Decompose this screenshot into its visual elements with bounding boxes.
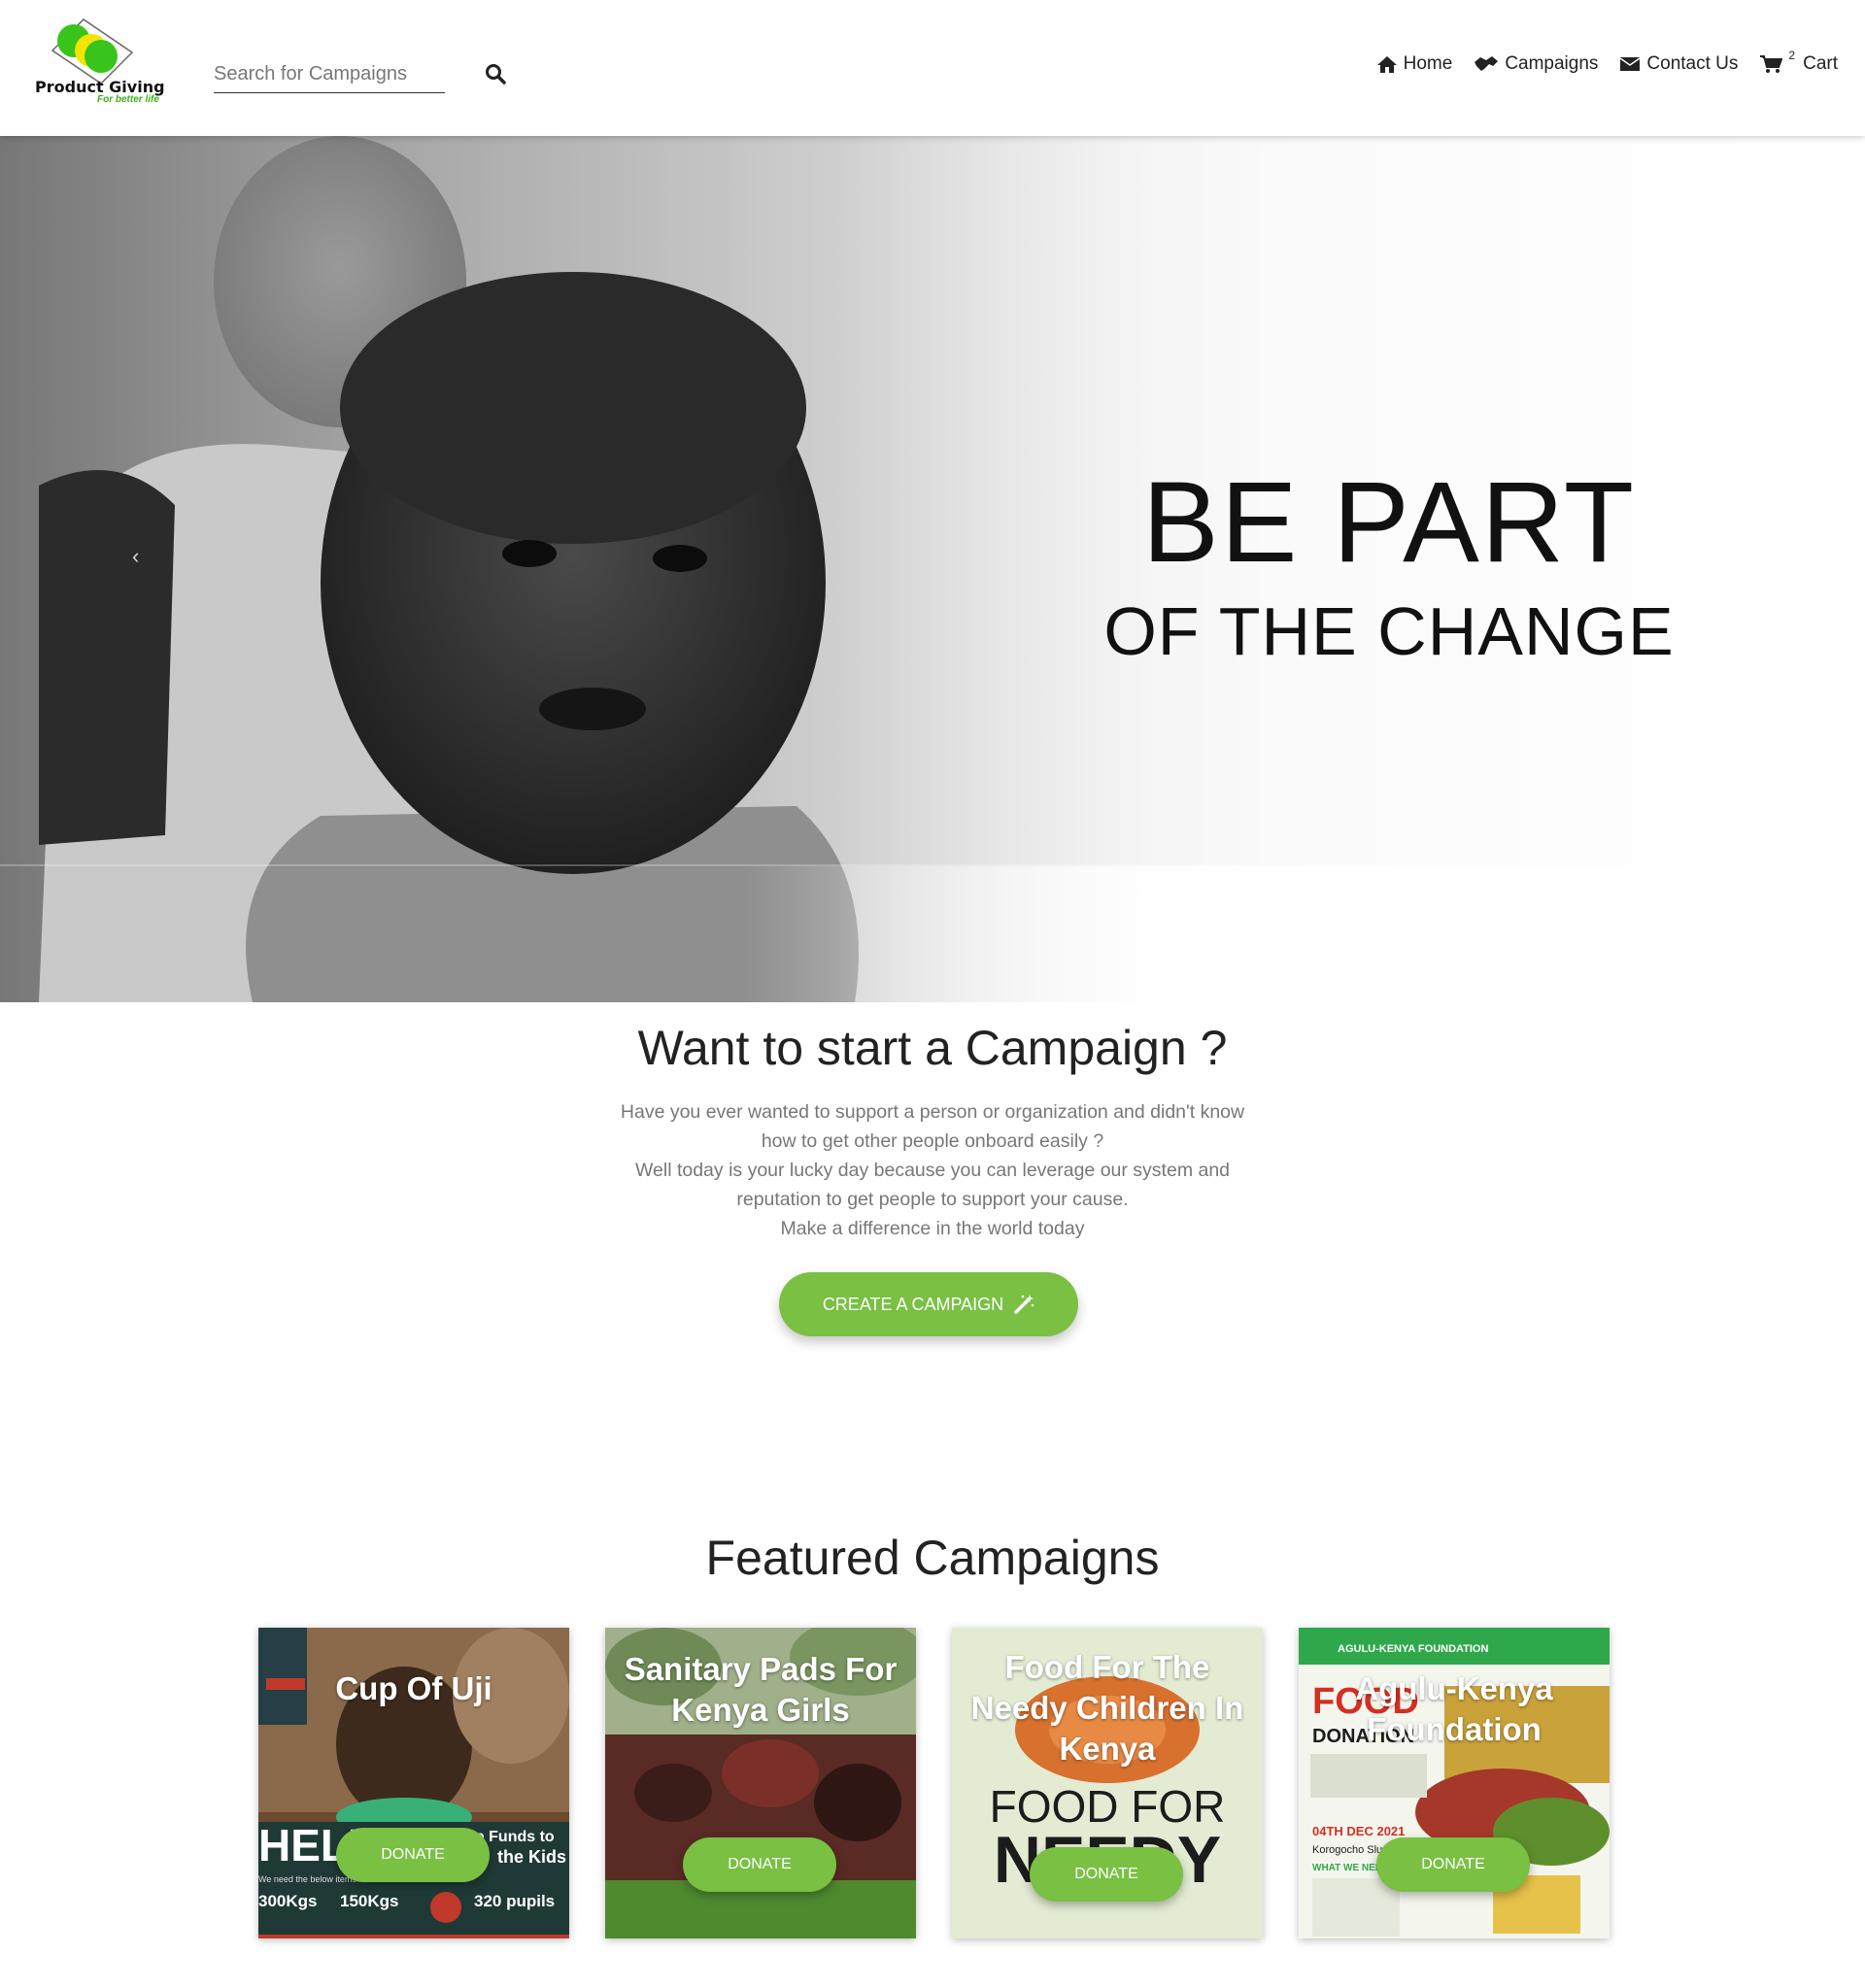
logo-mark bbox=[51, 18, 134, 84]
start-line-1: Have you ever wanted to support a person… bbox=[620, 1101, 1245, 1123]
poster-header: AGULU-KENYA FOUNDATION bbox=[1338, 1643, 1488, 1655]
start-line-3: Well today is your lucky day because you… bbox=[634, 1160, 1231, 1181]
hero-banner: BE PART OF THE CHANGE ‹ bbox=[0, 136, 1865, 1002]
cart-count-badge: 2 bbox=[1788, 49, 1796, 62]
nav-campaigns[interactable]: Campaigns bbox=[1474, 53, 1598, 75]
cart-icon bbox=[1760, 55, 1783, 73]
start-campaign-text: Have you ever wanted to support a person… bbox=[593, 1097, 1272, 1243]
nav-cart-label: Cart bbox=[1803, 53, 1838, 74]
campaign-title: Cup Of Uji bbox=[335, 1670, 492, 1706]
campaign-card-agulu-kenya[interactable]: AGULU-KENYA FOUNDATION FOOD DONATION 04T… bbox=[1299, 1628, 1610, 1938]
envelope-icon bbox=[1619, 57, 1641, 71]
poster-item-2: 150Kgs bbox=[340, 1892, 398, 1910]
handshake-icon bbox=[1475, 56, 1499, 71]
nav-campaigns-label: Campaigns bbox=[1505, 53, 1599, 74]
featured-title: Featured Campaigns bbox=[705, 1531, 1160, 1585]
donate-button[interactable]: Donate bbox=[1376, 1837, 1530, 1892]
campaign-title: Agulu-Kenya Foundation bbox=[1355, 1670, 1553, 1747]
magic-wand-icon bbox=[1014, 1295, 1034, 1314]
hero-subtitle: OF THE CHANGE bbox=[1103, 593, 1675, 669]
campaign-title: Food For The Needy Children In Kenya bbox=[970, 1649, 1244, 1767]
donate-button[interactable]: Donate bbox=[1030, 1847, 1183, 1902]
campaign-card-cup-of-uji[interactable]: HELP US Raise Funds to the Kids We need … bbox=[258, 1628, 569, 1938]
create-campaign-label: Create a campaign bbox=[822, 1294, 1004, 1314]
home-icon bbox=[1376, 56, 1397, 73]
poster-date: 04TH DEC 2021 bbox=[1312, 1824, 1405, 1838]
search-icon bbox=[486, 64, 506, 84]
poster-item-3: 320 pupils bbox=[474, 1892, 555, 1910]
poster-need-text: We need the below items bbox=[258, 1874, 356, 1884]
carousel-prev-icon[interactable]: ‹ bbox=[132, 544, 157, 569]
search-input[interactable] bbox=[214, 56, 445, 93]
start-line-2: how to get other people onboard easily ? bbox=[761, 1130, 1104, 1152]
poster-item-1: 300Kgs bbox=[258, 1892, 317, 1910]
hero-fade bbox=[0, 866, 1865, 1002]
nav-home[interactable]: Home bbox=[1376, 53, 1453, 75]
donate-button[interactable]: Donate bbox=[683, 1837, 836, 1892]
main-nav: Home Campaigns Contact Us 2 Cart bbox=[1376, 49, 1838, 75]
nav-home-label: Home bbox=[1403, 53, 1453, 74]
hero-title: BE PART bbox=[1141, 458, 1636, 587]
start-line-5: Make a difference in the world today bbox=[780, 1218, 1085, 1239]
poster-side-text-2: the Kids bbox=[497, 1847, 566, 1867]
campaign-title: Sanitary Pads For Kenya Girls bbox=[624, 1651, 898, 1728]
nav-contact[interactable]: Contact Us bbox=[1619, 53, 1738, 75]
logo[interactable]: Product Giving For better life bbox=[35, 16, 181, 109]
donate-button[interactable]: Donate bbox=[336, 1828, 490, 1882]
nav-cart[interactable]: 2 Cart bbox=[1759, 49, 1838, 75]
campaign-card-food-needy[interactable]: FOOD FOR NEEDY Food For The Needy Childr… bbox=[952, 1628, 1263, 1938]
campaign-card-sanitary-pads[interactable]: Sanitary Pads For Kenya Girls Donate bbox=[605, 1628, 916, 1938]
start-campaign-title: Want to start a Campaign ? bbox=[637, 1021, 1228, 1075]
create-campaign-button[interactable]: Create a campaign bbox=[779, 1272, 1078, 1336]
search-button[interactable] bbox=[484, 62, 511, 89]
nav-contact-label: Contact Us bbox=[1646, 53, 1739, 74]
start-line-4: reputation to get people to support your… bbox=[736, 1189, 1129, 1210]
site-header: Product Giving For better life Home Camp… bbox=[0, 0, 1865, 136]
logo-tagline: For better life bbox=[97, 94, 159, 105]
